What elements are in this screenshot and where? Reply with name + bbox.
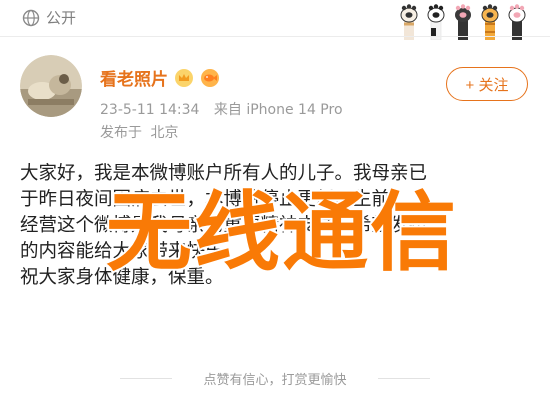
footer-appreciation: 点赞有信心，打赏更愉快	[0, 369, 550, 388]
author-name[interactable]: 看老照片	[100, 65, 168, 90]
cat-paw-icon	[481, 4, 499, 40]
post-location: 发布于 北京	[100, 122, 178, 142]
post-line: 的内容能给大家带来快乐。	[20, 241, 243, 262]
post-line: 大家好，我是本微博账户所有人的儿子。我母亲已	[20, 163, 428, 184]
cat-paw-icon	[427, 4, 445, 40]
appreciation-text[interactable]: 点赞有信心，打赏更愉快	[203, 373, 346, 388]
post-body: 大家好，我是本微博账户所有人的儿子。我母亲已 于昨日夜间因病去世，本博将停止更新…	[20, 161, 532, 291]
cat-paw-icon	[508, 4, 526, 40]
avatar[interactable]	[20, 55, 82, 117]
visibility-label: 公开	[46, 9, 77, 27]
post-card: 看老照片 23-5-11 14:34 来自 iPhone 14 Pro 发布于 …	[0, 37, 550, 410]
visibility-indicator[interactable]: 公开	[22, 7, 76, 28]
fish-badge-icon	[201, 68, 219, 87]
post-source: 来自 iPhone 14 Pro	[213, 102, 343, 118]
crown-badge-icon	[175, 68, 193, 87]
post-line: 于昨日夜间因病去世，本博将停止更新。生前	[20, 189, 391, 210]
cat-paw-icon	[455, 4, 471, 40]
author-row: 看老照片	[100, 65, 220, 90]
location-prefix: 发布于	[100, 125, 142, 141]
top-bar: 公开	[0, 0, 550, 40]
location-value: 北京	[150, 125, 179, 141]
cat-paw-icon	[400, 4, 418, 40]
post-line: 祝大家身体健康，保重。	[20, 267, 224, 288]
cat-paw-decoration	[398, 2, 528, 40]
globe-icon	[22, 9, 40, 26]
follow-button[interactable]: + 关注	[446, 67, 528, 101]
post-meta: 23-5-11 14:34 来自 iPhone 14 Pro	[100, 99, 343, 119]
post-line: 经营这个微博是我母亲的重要精神支柱，希望发布	[20, 215, 428, 236]
post-time: 23-5-11 14:34	[100, 102, 200, 118]
